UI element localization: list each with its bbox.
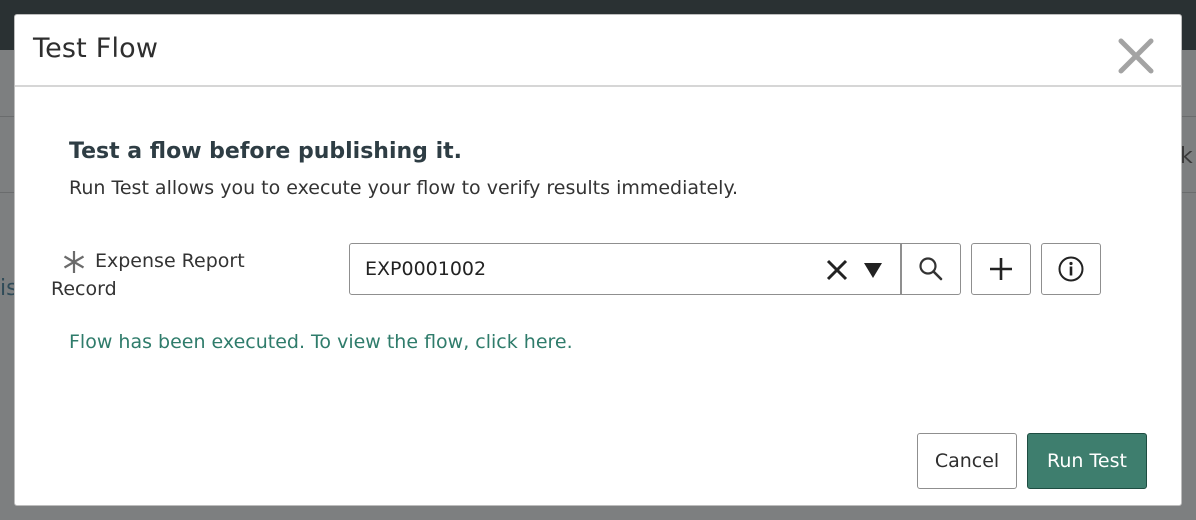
- search-icon: [919, 257, 943, 281]
- dropdown-button[interactable]: [858, 256, 888, 284]
- cancel-button[interactable]: Cancel: [917, 433, 1017, 489]
- expense-report-record-input[interactable]: EXP0001002: [349, 243, 901, 295]
- asterisk-icon: [63, 250, 85, 273]
- dialog-header: Test Flow: [15, 15, 1181, 87]
- dialog-title: Test Flow: [33, 33, 159, 64]
- caret-down-icon: [864, 263, 882, 278]
- info-icon: [1058, 256, 1084, 282]
- intro-heading: Test a flow before publishing it.: [69, 139, 462, 164]
- field-label: Expense Report Record: [51, 247, 301, 303]
- intro-description: Run Test allows you to execute your flow…: [69, 177, 739, 199]
- add-record-button[interactable]: [971, 243, 1031, 295]
- clear-button[interactable]: [822, 256, 852, 284]
- close-icon: [1118, 38, 1154, 74]
- run-test-button[interactable]: Run Test: [1027, 433, 1147, 489]
- record-value: EXP0001002: [365, 258, 487, 280]
- clear-icon: [826, 259, 848, 281]
- plus-icon: [990, 258, 1012, 280]
- lookup-search-button[interactable]: [901, 243, 961, 295]
- test-flow-dialog: Test Flow Test a flow before publishing …: [14, 14, 1182, 506]
- close-button[interactable]: [1113, 33, 1159, 79]
- info-button[interactable]: [1041, 243, 1101, 295]
- view-flow-link[interactable]: Flow has been executed. To view the flow…: [69, 331, 573, 353]
